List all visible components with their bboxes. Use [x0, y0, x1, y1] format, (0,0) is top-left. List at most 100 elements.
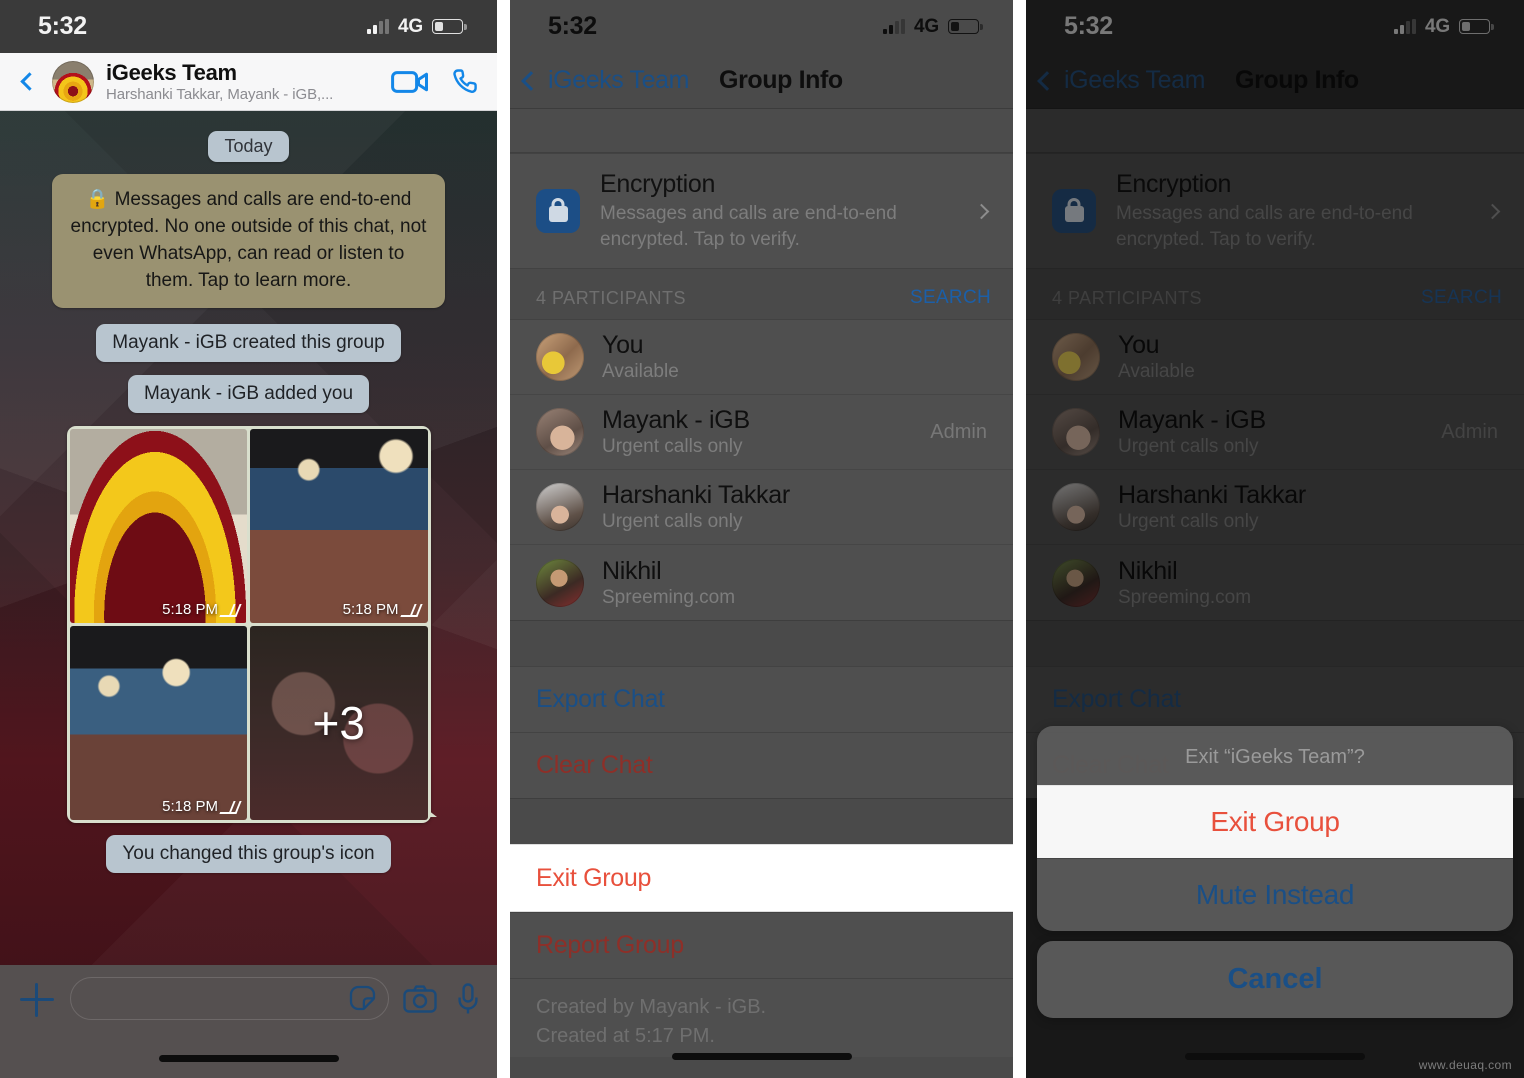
photo-album-message[interactable]: 5:18 PM 5:18 PM 5:18 PM +3: [0, 425, 497, 823]
avatar: [1052, 558, 1100, 607]
mute-instead-button[interactable]: Mute Instead: [1037, 858, 1513, 931]
phone-icon[interactable]: [451, 67, 481, 97]
page-title: iGeeks Team: [106, 59, 237, 85]
participant-row[interactable]: Mayank - iGB Urgent calls only Admin: [510, 395, 1013, 471]
chat-members-subtitle: Harshanki Takkar, Mayank - iGB,...: [106, 86, 334, 104]
group-avatar[interactable]: [52, 60, 94, 103]
participants-section-header: 4 PARTICIPANTS SEARCH: [510, 269, 1013, 320]
chat-input-icons: [403, 983, 479, 1015]
page-title: Group Info: [719, 66, 843, 94]
participant-status: Spreeming.com: [602, 586, 736, 608]
album-photo[interactable]: 5:18 PM: [250, 428, 428, 623]
plus-icon[interactable]: [18, 981, 56, 1019]
encryption-text-block: Encryption Messages and calls are end-to…: [600, 170, 956, 252]
participant-name: Nikhil: [1118, 556, 1178, 585]
encryption-subtitle: Messages and calls are end-to-end encryp…: [1116, 203, 1413, 250]
chevron-left-icon: [1037, 70, 1057, 91]
back-button-label: iGeeks Team: [1064, 66, 1206, 94]
screenshot-stage: 5:32 4G iGeeks Team Harshanki Takkar, Ma…: [0, 0, 1524, 1078]
back-button[interactable]: iGeeks Team: [1037, 66, 1206, 95]
search-participants-button[interactable]: SEARCH: [910, 287, 991, 309]
chevron-left-icon: [521, 70, 541, 91]
avatar: [1052, 483, 1100, 532]
encryption-row[interactable]: Encryption Messages and calls are end-to…: [510, 153, 1013, 270]
participant-status: Available: [1118, 361, 1195, 383]
participant-name: Harshanki Takkar: [1118, 481, 1306, 510]
album-photo[interactable]: 5:18 PM: [69, 428, 247, 623]
participant-name: Harshanki Takkar: [602, 481, 790, 510]
participant-row[interactable]: Nikhil Spreeming.com: [510, 545, 1013, 620]
exit-group-button[interactable]: Exit Group: [1037, 785, 1513, 858]
exit-group-button[interactable]: Exit Group: [510, 844, 1013, 913]
day-divider: Today: [0, 131, 497, 162]
chat-message-list[interactable]: Today 🔒 Messages and calls are end-to-en…: [0, 111, 497, 965]
back-button[interactable]: [12, 65, 46, 99]
chat-nav-actions: [391, 67, 481, 97]
export-chat-button[interactable]: Export Chat: [510, 666, 1013, 733]
message-timestamp: 5:18 PM: [162, 601, 239, 618]
status-bar-time: 5:32: [548, 12, 597, 40]
cancel-button[interactable]: Cancel: [1037, 941, 1513, 1018]
created-by-label: Created by Mayank - iGB.: [536, 996, 767, 1019]
sticker-icon[interactable]: [349, 985, 376, 1012]
section-spacer: [1026, 620, 1524, 667]
participant-row[interactable]: Harshanki Takkar Urgent calls only: [1026, 470, 1524, 546]
group-info-navigation-bar: iGeeks Team Group Info: [1026, 53, 1524, 109]
lock-badge-icon: [536, 189, 580, 234]
status-bar-indicators: 4G: [883, 16, 983, 38]
encryption-row[interactable]: Encryption Messages and calls are end-to…: [1026, 153, 1524, 270]
action-sheet-title: Exit “iGeeks Team”?: [1185, 746, 1365, 768]
participant-row[interactable]: Mayank - iGB Urgent calls only Admin: [1026, 395, 1524, 471]
timestamp-label: 5:18 PM: [342, 600, 399, 618]
status-bar: 5:32 4G: [0, 0, 497, 53]
status-bar: 5:32 4G: [510, 0, 1013, 53]
search-participants-button[interactable]: SEARCH: [1421, 287, 1502, 309]
status-bar-time: 5:32: [38, 12, 87, 40]
export-chat-button[interactable]: Export Chat: [1026, 666, 1524, 733]
battery-icon: [1459, 19, 1494, 34]
avatar: [1052, 333, 1100, 382]
signal-strength-icon: [1394, 19, 1417, 34]
album-overflow-tile[interactable]: +3: [250, 625, 428, 820]
participant-status: Spreeming.com: [1118, 586, 1252, 608]
chat-title-block[interactable]: iGeeks Team Harshanki Takkar, Mayank - i…: [106, 60, 391, 103]
encryption-notice-bubble[interactable]: 🔒 Messages and calls are end-to-end encr…: [52, 174, 445, 308]
report-group-button[interactable]: Report Group: [510, 912, 1013, 979]
system-message-label: Mayank - iGB added you: [127, 374, 370, 413]
message-timestamp: 5:18 PM: [162, 798, 239, 815]
day-divider-label: Today: [208, 131, 289, 162]
clear-chat-button[interactable]: Clear Chat: [510, 732, 1013, 799]
album-overflow-label: +3: [312, 696, 365, 749]
participant-name: Mayank - iGB: [602, 406, 750, 435]
participant-role-badge: Admin: [1441, 420, 1498, 443]
watermark: www.deuaq.com: [1418, 1058, 1512, 1072]
system-message-label: Mayank - iGB created this group: [96, 323, 401, 362]
system-message: You changed this group's icon: [0, 834, 497, 873]
participant-status: Urgent calls only: [1118, 436, 1259, 458]
status-bar-indicators: 4G: [367, 16, 467, 38]
microphone-icon[interactable]: [457, 983, 479, 1015]
participants-count-label: 4 PARTICIPANTS: [536, 287, 687, 308]
group-created-footer: Created by Mayank - iGB. Created at 5:17…: [510, 978, 1013, 1058]
participant-row[interactable]: Nikhil Spreeming.com: [1026, 545, 1524, 620]
read-receipt-icon: [222, 801, 239, 812]
battery-icon: [948, 19, 983, 34]
created-at-label: Created at 5:17 PM.: [536, 1025, 715, 1048]
album-photo[interactable]: 5:18 PM: [69, 625, 247, 820]
avatar: [536, 483, 584, 532]
system-message: Mayank - iGB created this group: [0, 323, 497, 362]
message-input[interactable]: [70, 977, 389, 1020]
message-timestamp: 5:18 PM: [343, 601, 420, 618]
participant-row[interactable]: You Available: [510, 320, 1013, 396]
signal-strength-icon: [883, 19, 906, 34]
participants-list: You Available Mayank - iGB Urgent calls …: [1026, 319, 1524, 621]
exit-group-action-sheet: Exit “iGeeks Team”? Exit Group Mute Inst…: [1037, 726, 1513, 1018]
video-camera-icon[interactable]: [391, 69, 429, 95]
participants-count-label: 4 PARTICIPANTS: [1052, 287, 1203, 308]
back-button[interactable]: iGeeks Team: [521, 66, 690, 95]
participant-row[interactable]: You Available: [1026, 320, 1524, 396]
camera-icon[interactable]: [403, 985, 437, 1013]
back-button-label: iGeeks Team: [548, 66, 690, 94]
system-message: Mayank - iGB added you: [0, 374, 497, 413]
participant-row[interactable]: Harshanki Takkar Urgent calls only: [510, 470, 1013, 546]
